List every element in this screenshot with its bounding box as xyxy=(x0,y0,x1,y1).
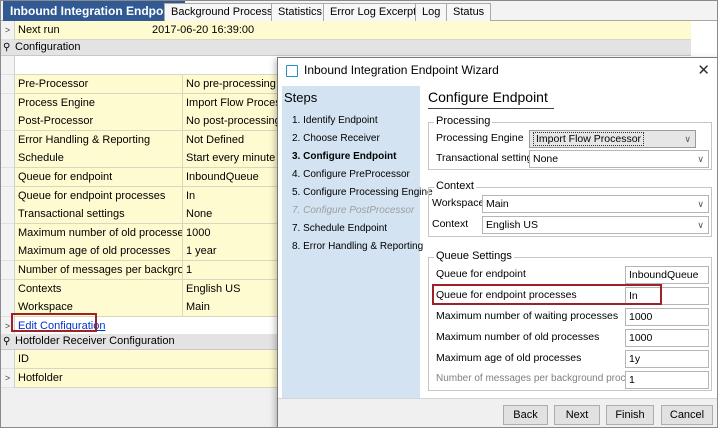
finish-button[interactable]: Finish xyxy=(606,405,654,425)
configuration-row-value: No post-processing xyxy=(183,112,283,132)
tab-statistics[interactable]: Statistics xyxy=(271,3,330,21)
queue-for-endpoint-field[interactable]: InboundQueue xyxy=(625,266,709,284)
next-run-label: Next run xyxy=(18,24,60,36)
configuration-row-value: 1 year xyxy=(183,242,283,262)
edit-configuration-highlight xyxy=(11,313,97,332)
dialog-title: Inbound Integration Endpoint Wizard xyxy=(304,63,499,77)
processing-engine-select[interactable]: Import Flow Processor ∨ xyxy=(529,130,696,148)
context-label: Context xyxy=(432,218,469,230)
transactional-settings-select[interactable]: None ∨ xyxy=(529,150,709,168)
configuration-section-header[interactable]: ⚲ Configuration xyxy=(1,40,691,56)
close-icon[interactable]: ✕ xyxy=(697,61,710,79)
expand-icon[interactable]: > xyxy=(1,21,15,40)
max-waiting-processes-field[interactable]: 1000 xyxy=(625,308,709,326)
configuration-row-value: Start every minute xyxy=(183,149,283,169)
processing-group: Processing Processing Engine Import Flow… xyxy=(428,115,712,170)
max-waiting-processes-label: Maximum number of waiting processes xyxy=(436,310,619,322)
configuration-row-value: English US xyxy=(183,279,283,299)
content-title-underline xyxy=(428,108,554,109)
next-run-row: > Next run 2017-06-20 16:39:00 xyxy=(1,21,717,40)
configuration-row-value: In xyxy=(183,186,283,206)
configuration-row-value: Main xyxy=(183,298,283,318)
max-age-old-processes-label: Maximum age of old processes xyxy=(436,352,582,364)
hotfolder-receiver-section-label: Hotfolder Receiver Configuration xyxy=(15,335,175,347)
transactional-settings-label: Transactional settings xyxy=(436,152,538,164)
window-icon xyxy=(286,65,298,77)
configuration-row-value: Import Flow Processor xyxy=(183,93,283,113)
workspace-select[interactable]: Main ∨ xyxy=(482,195,709,213)
chevron-down-icon: ∨ xyxy=(684,134,691,144)
step-configure-processing-engine: 5. Configure Processing Engine xyxy=(292,187,433,198)
queue-settings-group-label: Queue Settings xyxy=(434,250,514,262)
step-schedule-endpoint: 7. Schedule Endpoint xyxy=(292,223,388,234)
steps-panel: Steps 1. Identify Endpoint 2. Choose Rec… xyxy=(282,86,433,398)
tab-log[interactable]: Log xyxy=(415,3,448,21)
messages-per-background-process-label: Number of messages per background proces… xyxy=(436,373,642,384)
context-select[interactable]: English US ∨ xyxy=(482,216,709,234)
next-run-value: 2017-06-20 16:39:00 xyxy=(152,24,255,36)
configuration-row-label: Contexts xyxy=(15,279,183,299)
tab-strip: Inbound Integration Endpoint Background … xyxy=(1,1,717,21)
steps-title: Steps xyxy=(284,90,318,105)
processing-group-label: Processing xyxy=(434,115,493,127)
cancel-button[interactable]: Cancel xyxy=(661,405,713,425)
step-configure-endpoint: 3. Configure Endpoint xyxy=(292,151,397,162)
max-old-processes-field[interactable]: 1000 xyxy=(625,329,709,347)
configuration-row-label: Transactional settings xyxy=(15,205,183,225)
workspace-label: Workspace xyxy=(432,197,485,209)
dialog-titlebar: Inbound Integration Endpoint Wizard ✕ xyxy=(278,58,717,84)
configuration-row-label: Number of messages per background pro xyxy=(15,261,183,280)
queue-settings-group: Queue Settings Queue for endpoint Inboun… xyxy=(428,250,712,391)
configuration-row-value: 1000 xyxy=(183,223,283,243)
step-error-handling-reporting: 8. Error Handling & Reporting xyxy=(292,241,424,252)
configuration-row-value: 1 xyxy=(183,261,283,280)
configuration-row-label: Pre-Processor xyxy=(15,75,183,94)
pin-icon: ⚲ xyxy=(3,336,11,347)
configuration-row-value: No pre-processing xyxy=(183,75,283,94)
configuration-row-label: Maximum age of old processes xyxy=(15,242,183,262)
configuration-row-label: Process Engine xyxy=(15,93,183,113)
configuration-row-value: None xyxy=(183,205,283,225)
tab-inbound-integration-endpoint[interactable]: Inbound Integration Endpoint xyxy=(3,1,185,21)
step-identify-endpoint: 1. Identify Endpoint xyxy=(292,115,378,126)
messages-per-background-process-field[interactable]: 1 xyxy=(625,371,709,389)
step-choose-receiver: 2. Choose Receiver xyxy=(292,133,380,144)
dialog-footer: Back Next Finish Cancel xyxy=(278,398,717,427)
chevron-down-icon: ∨ xyxy=(697,199,704,209)
max-old-processes-label: Maximum number of old processes xyxy=(436,331,600,343)
next-button[interactable]: Next xyxy=(554,405,600,425)
configuration-row-label: Maximum number of old processes xyxy=(15,223,183,243)
configuration-row-label: Queue for endpoint processes xyxy=(15,186,183,206)
configuration-row-label: Error Handling & Reporting xyxy=(15,130,183,150)
configuration-section-label: Configuration xyxy=(15,41,81,53)
configuration-row-label: Schedule xyxy=(15,149,183,169)
context-group: Context Workspace Main ∨ Context English… xyxy=(428,180,712,237)
context-group-label: Context xyxy=(434,180,476,192)
tab-error-log-excerpts[interactable]: Error Log Excerpts xyxy=(323,3,429,21)
step-configure-postprocessor: 7. Configure PostProcessor xyxy=(292,205,415,216)
expand-icon[interactable]: > xyxy=(1,369,15,388)
processing-engine-label: Processing Engine xyxy=(436,132,524,144)
queue-processes-highlight xyxy=(432,284,662,305)
back-button[interactable]: Back xyxy=(503,405,548,425)
chevron-down-icon: ∨ xyxy=(697,220,704,230)
main-window: Inbound Integration Endpoint Background … xyxy=(0,0,718,428)
configuration-row-label: Post-Processor xyxy=(15,112,183,132)
content-title: Configure Endpoint xyxy=(428,89,548,105)
wizard-dialog: Inbound Integration Endpoint Wizard ✕ St… xyxy=(277,57,717,427)
tab-status[interactable]: Status xyxy=(446,3,492,21)
queue-for-endpoint-label: Queue for endpoint xyxy=(436,268,526,280)
pin-icon: ⚲ xyxy=(3,42,11,53)
configuration-row-value: InboundQueue xyxy=(183,168,283,187)
configuration-row-label: Queue for endpoint xyxy=(15,168,183,187)
configuration-row-value: Not Defined xyxy=(183,130,283,150)
max-age-old-processes-field[interactable]: 1y xyxy=(625,350,709,368)
chevron-down-icon: ∨ xyxy=(697,154,704,164)
step-configure-preprocessor: 4. Configure PreProcessor xyxy=(292,169,410,180)
